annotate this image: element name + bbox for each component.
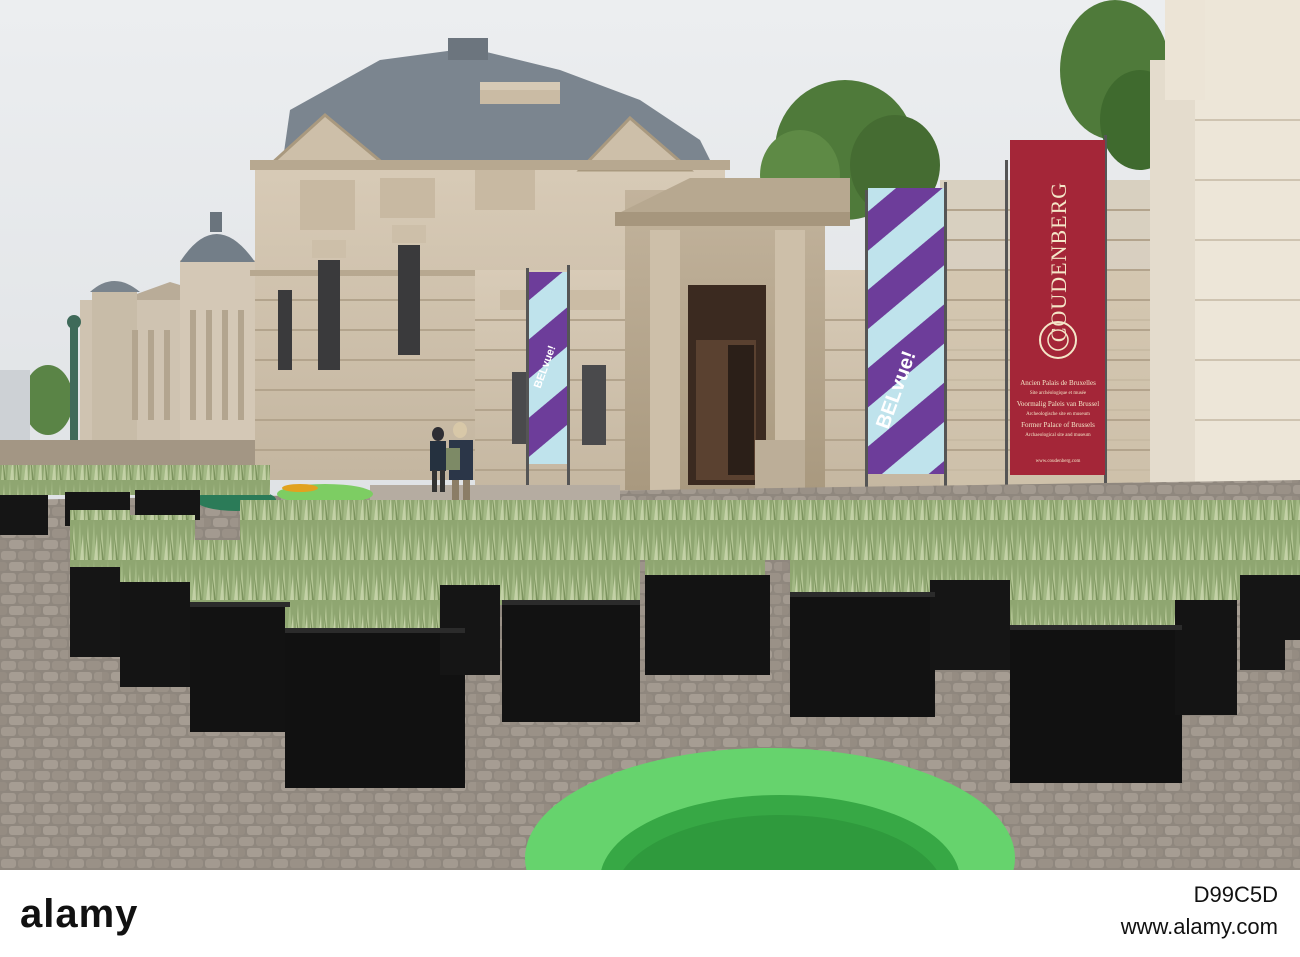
coudenberg-line-5: Former Palace of Brussels — [1021, 421, 1095, 429]
coudenberg-line-6: Archaeological site and museum — [1025, 433, 1091, 438]
stock-logo: alamy — [20, 892, 139, 936]
banner-coudenberg: COUDENBERG Ancien Palais de Bruxelles Si… — [1005, 135, 1107, 490]
banner-belvue-right: BELvue! — [865, 182, 947, 490]
stock-url: www.alamy.com — [1120, 914, 1278, 939]
photo-scene: BELvue! BELvue! COUDENBERG Ancien Palais… — [0, 0, 1300, 870]
coudenberg-line-4: Archeologische site en museum — [1026, 412, 1090, 417]
coudenberg-url: www.coudenberg.com — [1036, 459, 1081, 464]
coudenberg-line-2: Site archéologique et musée — [1030, 391, 1087, 396]
stock-image-id: D99C5D — [1193, 882, 1278, 907]
coudenberg-title: COUDENBERG — [1046, 182, 1071, 342]
banner-belvue-left: BELvue! — [526, 265, 570, 498]
coudenberg-line-1: Ancien Palais de Bruxelles — [1020, 379, 1096, 387]
coudenberg-line-3: Voormalig Paleis van Brussel — [1017, 400, 1100, 408]
stock-watermark-bar: alamy D99C5D www.alamy.com — [0, 870, 1300, 957]
